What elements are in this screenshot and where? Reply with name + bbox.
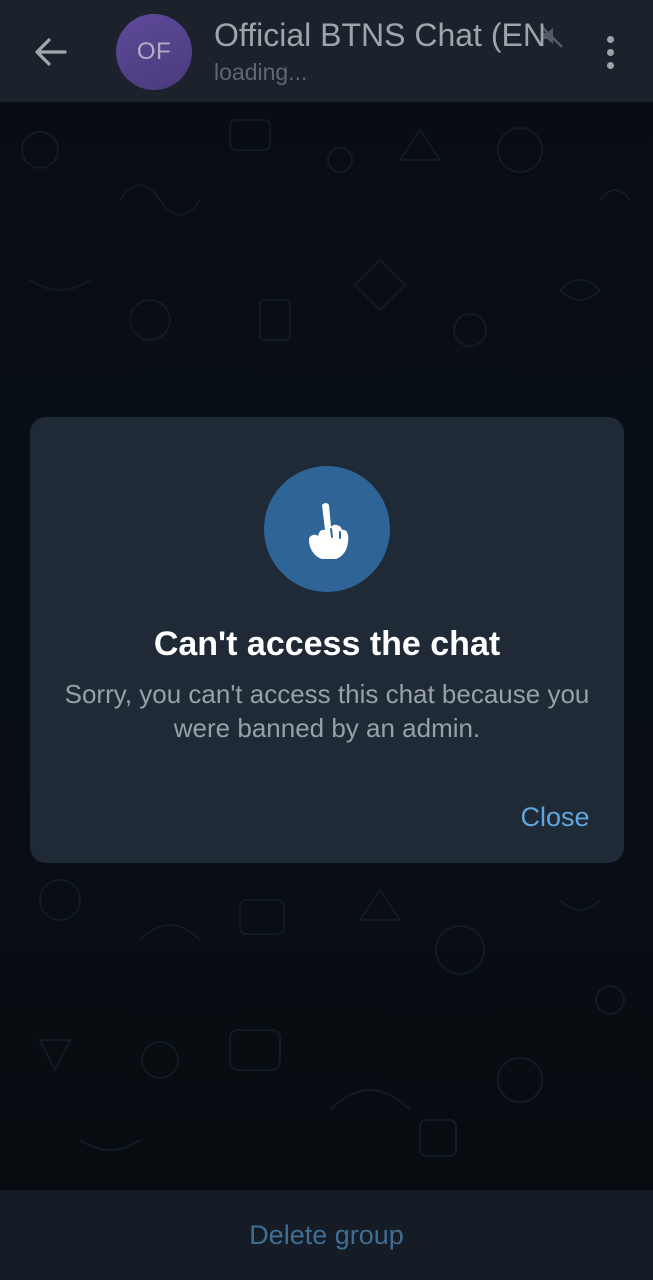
avatar-initials: OF [136,38,172,65]
dialog-title: Can't access the chat [153,625,501,663]
more-vertical-icon [606,35,614,43]
chat-title: Official BTNS Chat (EN [214,17,546,53]
close-button[interactable]: Close [500,795,610,839]
more-menu-button[interactable] [594,30,626,74]
delete-group-button[interactable]: Delete group [249,1190,404,1280]
chat-avatar[interactable]: OF [116,14,192,90]
chat-title-area[interactable]: Official BTNS Chat (EN loading... [214,14,554,88]
dialog-icon-circle [264,466,390,592]
bottom-action-bar: Delete group [0,1190,653,1280]
back-button[interactable] [22,26,78,78]
chat-header: OF Official BTNS Chat (EN loading... [0,0,653,102]
arrow-left-icon [35,38,67,66]
muted-speaker-icon [540,25,563,48]
access-denied-dialog: Can't access the chat Sorry, you can't a… [30,417,624,863]
raised-finger-hand-icon [309,503,349,559]
chat-status: loading... [214,59,308,85]
dialog-message: Sorry, you can't access this chat becaus… [64,679,590,743]
